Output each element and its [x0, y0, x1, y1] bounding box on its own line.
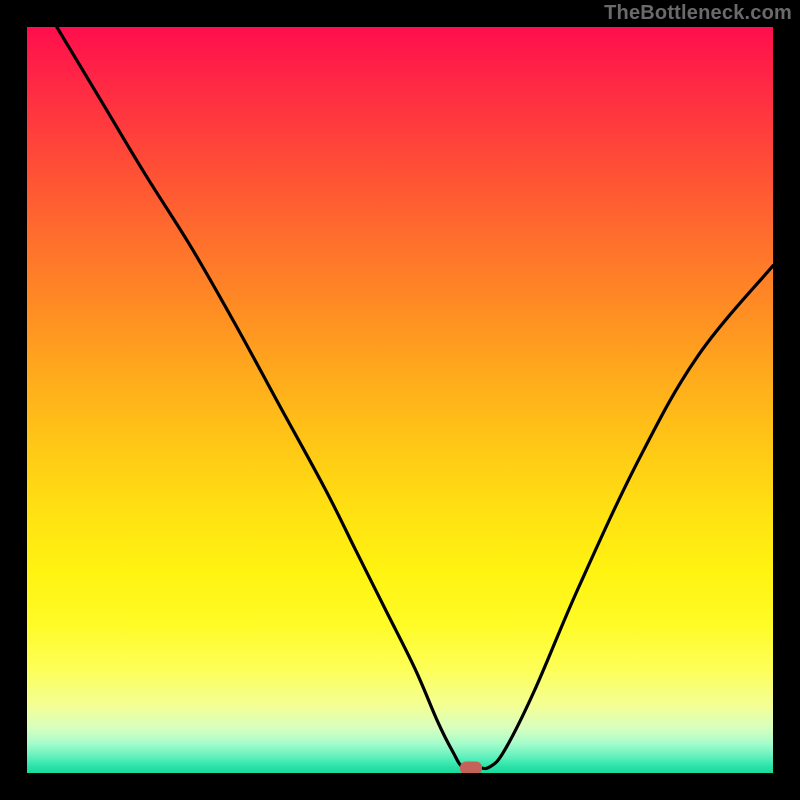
- bottleneck-curve: [27, 27, 773, 773]
- watermark-text: TheBottleneck.com: [604, 2, 792, 25]
- chart-frame: TheBottleneck.com: [0, 0, 800, 800]
- optimal-point-marker: [460, 761, 482, 773]
- plot-area: [27, 27, 773, 773]
